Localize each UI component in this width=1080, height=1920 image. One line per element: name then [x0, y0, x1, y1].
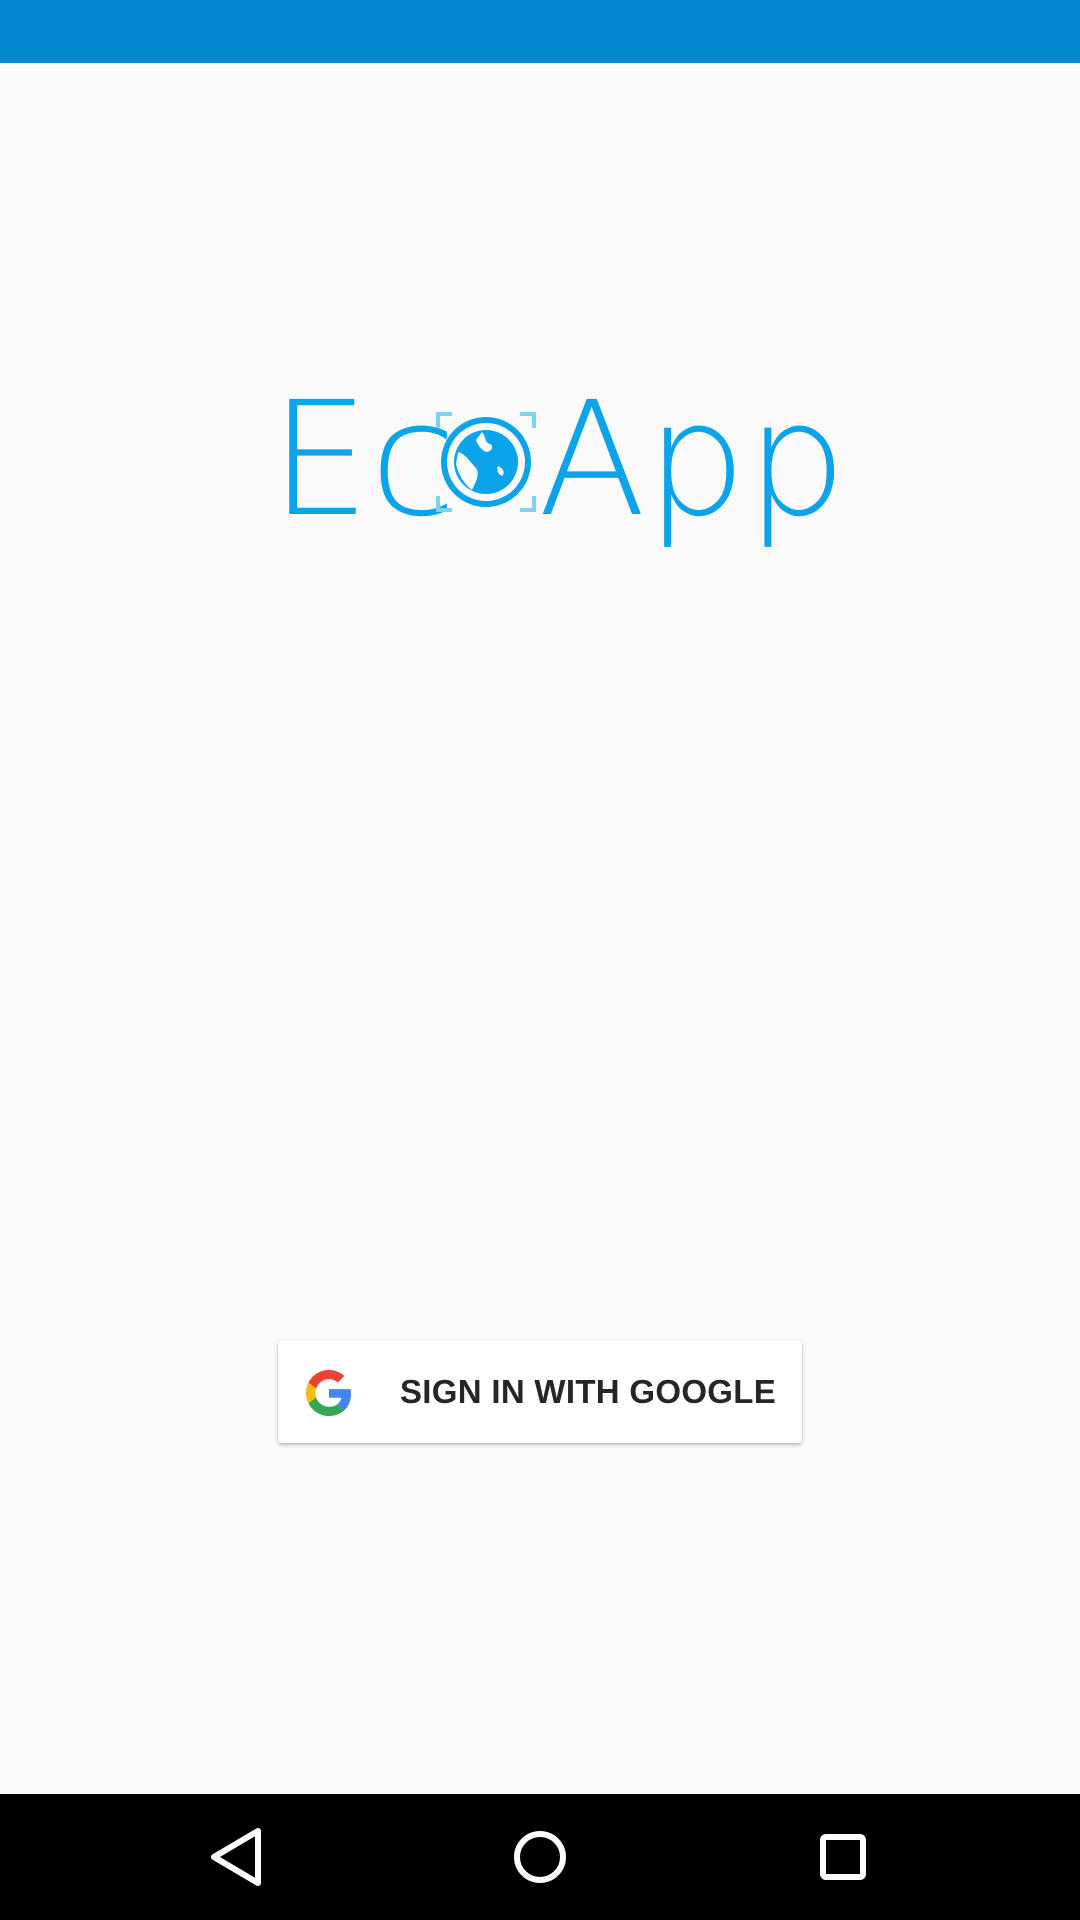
- back-triangle-icon[interactable]: [196, 1817, 276, 1897]
- recents-square-icon[interactable]: [803, 1817, 883, 1897]
- app-logo: Ec App: [270, 368, 847, 552]
- globe-icon: [436, 412, 536, 512]
- status-bar: [0, 0, 1080, 63]
- app-name-part-app: App: [538, 368, 847, 552]
- sign-in-label: SIGN IN WITH GOOGLE: [400, 1373, 777, 1410]
- app-name-part-eco: Ec: [270, 368, 457, 552]
- home-circle-icon[interactable]: [500, 1817, 580, 1897]
- navigation-bar: [0, 1794, 1080, 1920]
- sign-in-with-google-button[interactable]: SIGN IN WITH GOOGLE: [278, 1340, 802, 1443]
- login-screen: Ec App SIGN IN WITH GOOGLE: [0, 0, 1080, 1920]
- google-g-icon: [306, 1370, 352, 1416]
